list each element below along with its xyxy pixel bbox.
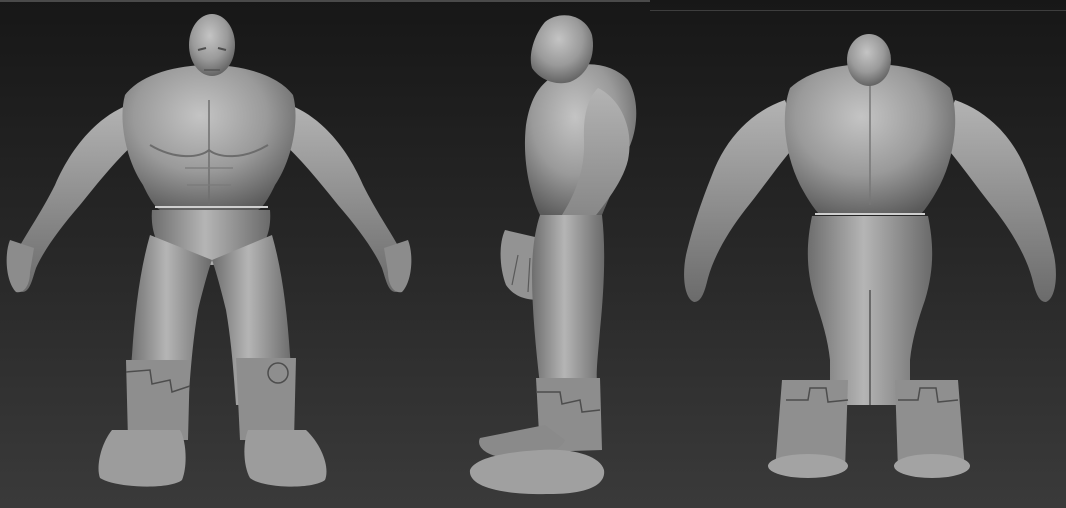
viewport-canvas[interactable] xyxy=(0,0,1066,508)
sculpt-render xyxy=(6,14,1056,495)
side-view-figure xyxy=(469,15,637,495)
back-view-figure xyxy=(684,34,1056,478)
front-view-figure xyxy=(6,14,412,487)
